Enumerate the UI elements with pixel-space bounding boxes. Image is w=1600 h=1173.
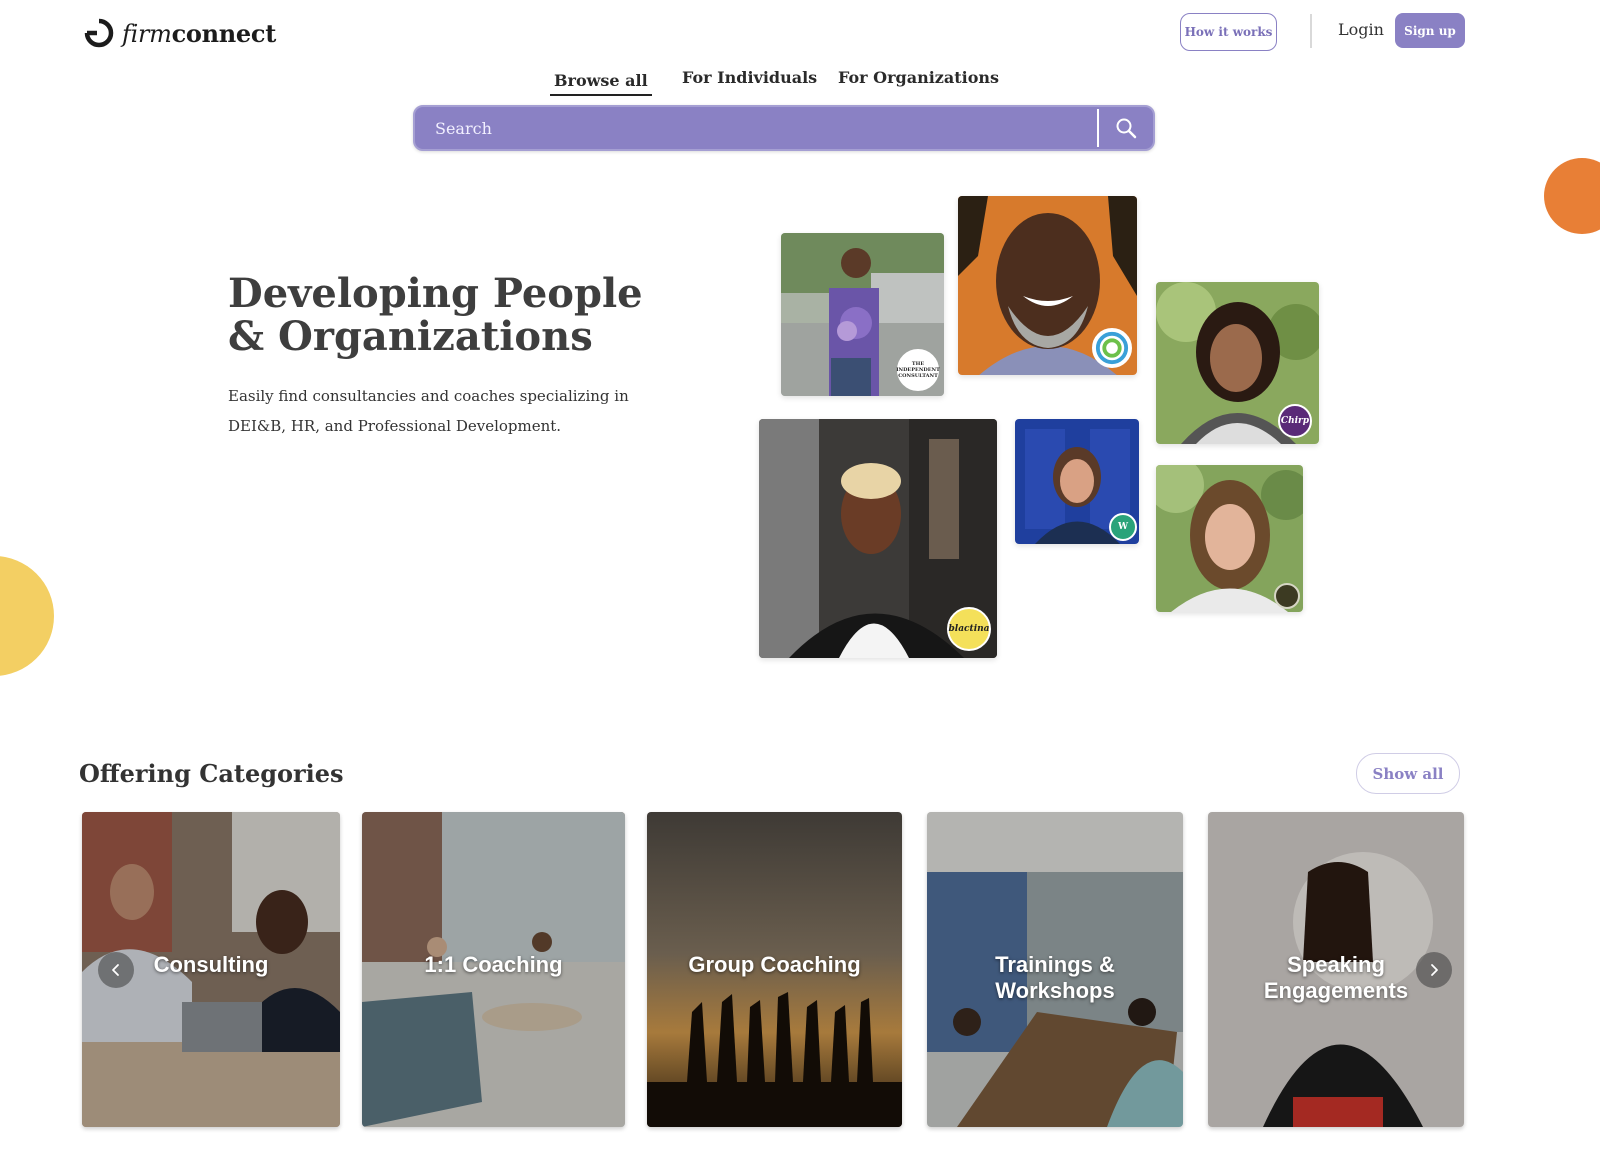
chevron-left-icon (112, 964, 119, 976)
profile-photo-woman-brown-hair[interactable] (1156, 465, 1303, 612)
decorative-yellow-circle (0, 556, 54, 676)
tab-for-organizations[interactable]: For Organizations (838, 68, 999, 87)
section-title-offering-categories: Offering Categories (79, 759, 344, 788)
logo[interactable]: firmconnect (84, 18, 276, 48)
swirl-logo-icon (1095, 331, 1129, 365)
category-label: Group Coaching (688, 952, 861, 977)
search-icon (1116, 118, 1137, 139)
profile-photo-woman-curly-hair[interactable]: Chirp (1156, 282, 1319, 444)
category-card-trainings-workshops[interactable]: Trainings & Workshops (927, 812, 1183, 1127)
firm-badge: THE INDEPENDENT CONSULTANT (896, 349, 940, 391)
search-button[interactable] (1099, 107, 1153, 149)
login-link[interactable]: Login (1338, 20, 1384, 39)
carousel-prev-button[interactable] (98, 952, 134, 988)
category-label: Trainings & Workshops (995, 952, 1115, 1003)
header-divider (1310, 14, 1312, 48)
logo-text: firmconnect (122, 19, 276, 48)
logo-text-italic: firm (122, 19, 172, 48)
firm-badge: blactina (947, 607, 991, 651)
search-input[interactable] (415, 107, 1097, 149)
firm-badge: W (1109, 513, 1137, 541)
tab-browse-all[interactable]: Browse all (550, 71, 652, 96)
show-all-button[interactable]: Show all (1356, 753, 1460, 794)
how-it-works-button[interactable]: How it works (1180, 13, 1277, 51)
firm-badge (1092, 328, 1132, 368)
profile-photo-woman-blonde-short-hair[interactable]: blactina (759, 419, 997, 658)
firm-badge (1274, 583, 1300, 609)
search-bar (413, 105, 1155, 151)
logo-text-bold: connect (171, 18, 277, 48)
profile-photo-woman-blue-door[interactable]: W (1015, 419, 1139, 544)
category-card-1-1-coaching[interactable]: 1:1 Coaching (362, 812, 625, 1127)
category-label: 1:1 Coaching (424, 952, 563, 977)
profile-photo-woman-flowers[interactable]: THE INDEPENDENT CONSULTANT (781, 233, 944, 396)
tab-for-individuals[interactable]: For Individuals (682, 68, 817, 87)
decorative-orange-circle (1544, 158, 1600, 234)
hero-subtitle: Easily find consultancies and coaches sp… (228, 387, 629, 435)
firm-badge: Chirp (1278, 404, 1312, 438)
hero-title: Developing People & Organizations (228, 270, 643, 360)
logo-mark-icon (84, 18, 114, 48)
category-card-group-coaching[interactable]: Group Coaching (647, 812, 902, 1127)
carousel-next-button[interactable] (1416, 952, 1452, 988)
profile-photo-man-smiling[interactable] (958, 196, 1137, 375)
chevron-right-icon (1431, 964, 1438, 976)
sign-up-button[interactable]: Sign up (1395, 13, 1465, 48)
